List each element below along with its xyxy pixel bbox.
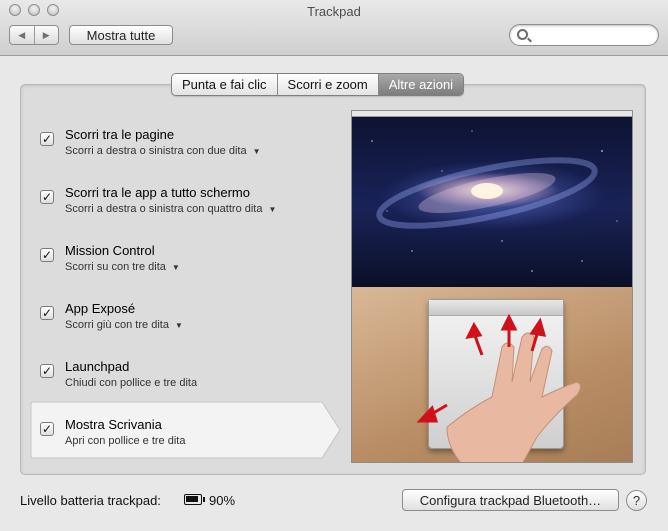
gesture-item-swipe-fullscreen-apps[interactable]: ✓ Scorri tra le app a tutto schermo Scor… <box>32 176 332 230</box>
battery-percent: 90% <box>209 493 236 508</box>
gesture-checkbox[interactable]: ✓ <box>40 364 54 378</box>
gesture-checkbox[interactable]: ✓ <box>40 132 54 146</box>
window-titlebar: Trackpad ◀ ▶ Mostra tutte <box>0 0 668 56</box>
gesture-preview-video <box>351 110 633 463</box>
galaxy-image <box>371 130 618 272</box>
gesture-title: Mostra Scrivania <box>65 417 162 432</box>
gesture-checkbox[interactable]: ✓ <box>40 190 54 204</box>
dropdown-triangle-icon[interactable]: ▼ <box>253 147 261 156</box>
gesture-checkbox[interactable]: ✓ <box>40 248 54 262</box>
forward-arrow-icon[interactable]: ▶ <box>35 26 59 44</box>
dropdown-triangle-icon[interactable]: ▼ <box>268 205 276 214</box>
tab-scroll-and-zoom[interactable]: Scorri e zoom <box>277 74 379 95</box>
show-all-button[interactable]: Mostra tutte <box>69 25 173 45</box>
gesture-title: App Exposé <box>65 301 136 316</box>
gesture-title: Mission Control <box>65 243 155 258</box>
hand-gesture-illustration <box>416 313 581 462</box>
battery-level-label: Livello batteria trackpad: <box>20 493 161 508</box>
gesture-item-launchpad[interactable]: ✓ Launchpad Chiudi con pollice e tre dit… <box>32 350 332 404</box>
trackpad-demo-scene <box>352 287 632 462</box>
gesture-item-mission-control[interactable]: ✓ Mission Control Scorri su con tre dita… <box>32 234 332 288</box>
gesture-subtitle: Apri con pollice e tre dita <box>65 435 186 447</box>
window-title: Trackpad <box>307 4 361 19</box>
back-forward-control: ◀ ▶ <box>9 25 59 45</box>
battery-fill <box>186 496 198 502</box>
gesture-title: Scorri tra le pagine <box>65 127 175 142</box>
gesture-subtitle[interactable]: Scorri giù con tre dita ▼ <box>65 319 183 331</box>
battery-icon <box>184 494 205 505</box>
gesture-checkbox[interactable]: ✓ <box>40 306 54 320</box>
gesture-item-swipe-pages[interactable]: ✓ Scorri tra le pagine Scorri a destra o… <box>32 118 332 172</box>
search-input[interactable] <box>534 27 652 43</box>
gesture-title: Launchpad <box>65 359 130 374</box>
desktop-wallpaper-preview <box>352 111 632 287</box>
gesture-subtitle[interactable]: Scorri a destra o sinistra con quattro d… <box>65 203 276 215</box>
tab-bar: Punta e fai clic Scorri e zoom Altre azi… <box>171 73 465 96</box>
tab-point-and-click[interactable]: Punta e fai clic <box>172 74 278 95</box>
gesture-subtitle[interactable]: Scorri su con tre dita ▼ <box>65 261 180 273</box>
configure-bluetooth-trackpad-button[interactable]: Configura trackpad Bluetooth… <box>402 489 619 511</box>
dropdown-triangle-icon[interactable]: ▼ <box>175 321 183 330</box>
gesture-item-show-desktop[interactable]: ✓ Mostra Scrivania Apri con pollice e tr… <box>32 408 332 462</box>
search-field[interactable] <box>509 24 659 46</box>
search-icon <box>517 29 528 40</box>
gesture-item-app-expose[interactable]: ✓ App Exposé Scorri giù con tre dita ▼ <box>32 292 332 346</box>
gesture-checkbox[interactable]: ✓ <box>40 422 54 436</box>
dropdown-triangle-icon[interactable]: ▼ <box>172 263 180 272</box>
gesture-title: Scorri tra le app a tutto schermo <box>65 185 250 200</box>
gesture-subtitle: Chiudi con pollice e tre dita <box>65 377 198 389</box>
tab-more-gestures[interactable]: Altre azioni <box>378 74 464 95</box>
gesture-subtitle[interactable]: Scorri a destra o sinistra con due dita ▼ <box>65 145 261 157</box>
help-button[interactable]: ? <box>626 490 647 511</box>
back-arrow-icon[interactable]: ◀ <box>10 26 35 44</box>
